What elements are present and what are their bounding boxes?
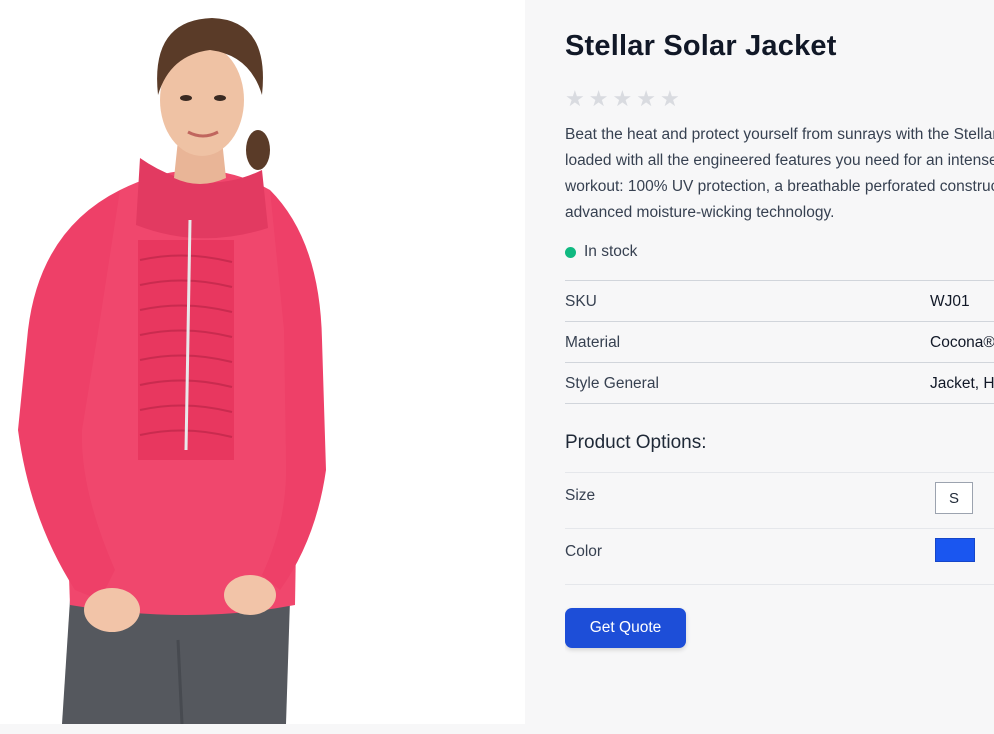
star-icon: ★	[659, 86, 680, 111]
description-line: Beat the heat and protect yourself from …	[565, 126, 994, 143]
description-line: workout: 100% UV protection, a breathabl…	[565, 178, 994, 195]
star-icon: ★	[636, 86, 656, 111]
spec-row-material: Material Cocona® performance fabric	[565, 322, 994, 363]
star-icon: ★	[612, 86, 633, 111]
star-icon: ★	[565, 86, 585, 111]
get-quote-button[interactable]: Get Quote	[565, 608, 686, 648]
spec-value: WJ01	[930, 293, 970, 310]
spec-row-sku: SKU WJ01	[565, 281, 994, 322]
size-selector[interactable]: S	[935, 482, 973, 514]
rating-stars: ★ ★ ★ ★ ★	[565, 88, 680, 110]
spec-value: Cocona® performance fabric	[930, 334, 994, 351]
stock-dot-icon	[565, 246, 576, 258]
product-options: Size S Color	[565, 472, 994, 585]
star-icon: ★	[588, 86, 609, 111]
specs-table: SKU WJ01 Material Cocona® performance fa…	[565, 280, 994, 404]
stock-label: In stock	[584, 243, 638, 260]
spec-label: Material	[565, 334, 621, 351]
option-row-color: Color	[565, 529, 994, 585]
product-options-title: Product Options:	[565, 432, 707, 453]
option-row-size: Size S	[565, 473, 994, 529]
spec-label: SKU	[565, 293, 597, 310]
description-line: loaded with all the engineered features …	[565, 152, 994, 169]
product-description: Beat the heat and protect yourself from …	[565, 122, 994, 226]
color-swatch[interactable]	[935, 538, 975, 562]
spec-label: Style General	[565, 375, 659, 392]
spec-row-style-general: Style General Jacket, Heavy Duty	[565, 363, 994, 404]
stock-status: In stock	[565, 243, 637, 261]
product-photo-illustration	[0, 0, 525, 724]
option-label: Color	[565, 543, 603, 560]
product-image	[0, 0, 525, 724]
product-info-panel: Stellar Solar Jacket ★ ★ ★ ★ ★ Beat the …	[565, 0, 994, 724]
option-label: Size	[565, 487, 596, 504]
spec-value: Jacket, Heavy Duty	[930, 375, 994, 392]
product-title: Stellar Solar Jacket	[565, 30, 837, 62]
description-line: advanced moisture-wicking technology.	[565, 204, 835, 221]
